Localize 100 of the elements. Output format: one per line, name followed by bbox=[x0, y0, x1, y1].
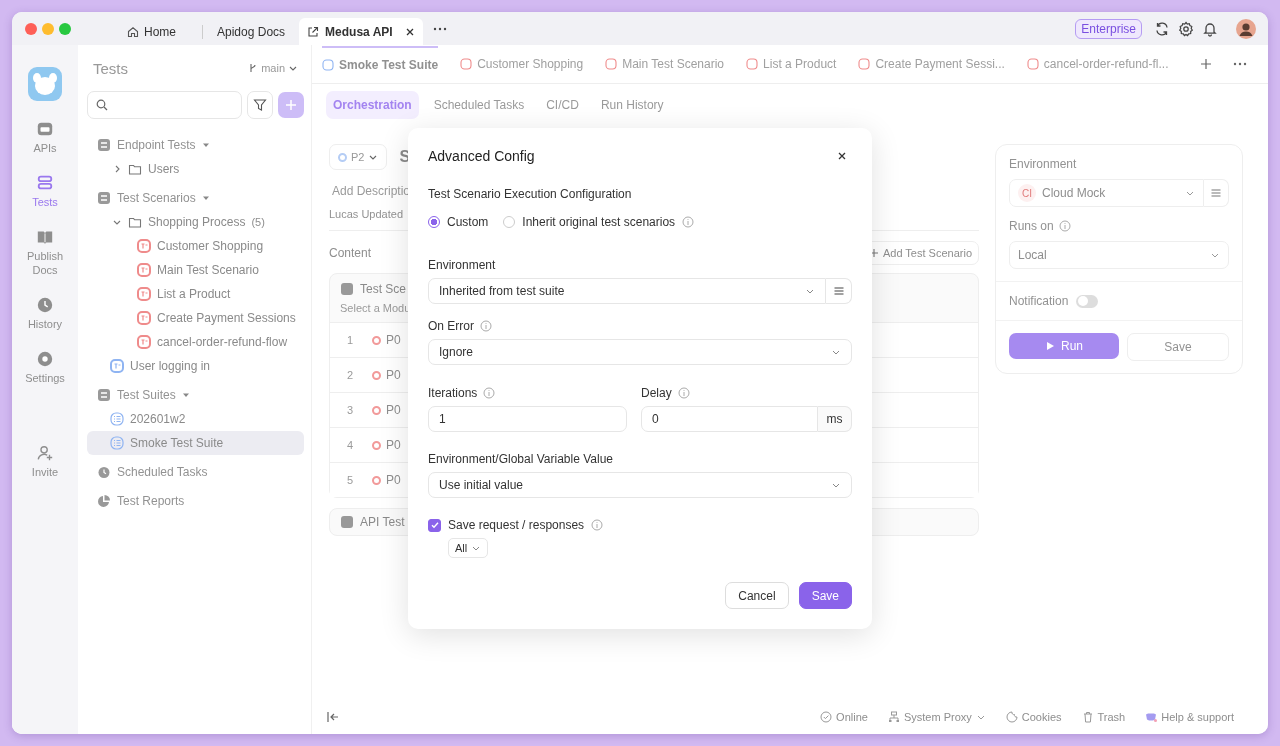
tree-item[interactable]: List a Product bbox=[87, 282, 304, 306]
nav-item[interactable]: Publish Docs bbox=[18, 228, 72, 277]
radio-button[interactable] bbox=[428, 216, 440, 228]
status-item[interactable]: Cookies bbox=[1005, 711, 1062, 723]
nav-item[interactable]: Tests bbox=[18, 174, 72, 209]
api-box-icon bbox=[36, 120, 54, 138]
tree-item[interactable]: Test Suites bbox=[87, 383, 304, 407]
app-tab[interactable]: Home bbox=[97, 18, 202, 45]
sub-tab[interactable]: CI/CD bbox=[539, 91, 586, 119]
editor-tab[interactable]: Customer Shopping bbox=[460, 45, 584, 83]
tree-item[interactable]: Smoke Test Suite bbox=[87, 431, 304, 455]
tree-item[interactable]: Users bbox=[87, 157, 304, 181]
nav-item[interactable]: History bbox=[18, 296, 72, 331]
zoom-window-button[interactable] bbox=[59, 22, 71, 35]
priority-select[interactable]: P2 bbox=[329, 144, 388, 170]
info-icon[interactable] bbox=[682, 216, 695, 228]
info-icon[interactable] bbox=[483, 387, 496, 399]
caret-icon[interactable] bbox=[201, 141, 210, 149]
sync-icon[interactable] bbox=[1154, 20, 1170, 37]
delay-field[interactable]: 0 bbox=[641, 406, 818, 432]
status-item[interactable]: System Proxy bbox=[887, 711, 986, 723]
close-icon[interactable] bbox=[404, 26, 415, 37]
bell-icon[interactable] bbox=[1202, 20, 1218, 37]
tree-item[interactable]: Main Test Scenario bbox=[87, 258, 304, 282]
run-button[interactable]: Run bbox=[1009, 333, 1119, 359]
tree-item[interactable]: Shopping Process (5) bbox=[87, 210, 304, 234]
environment-menu-button[interactable] bbox=[826, 278, 852, 304]
field-label: On Error bbox=[428, 319, 474, 333]
search-field[interactable] bbox=[87, 91, 242, 119]
branch-select[interactable]: main bbox=[248, 62, 298, 74]
settings-icon[interactable] bbox=[1178, 20, 1194, 37]
app-tab[interactable]: Medusa API bbox=[299, 18, 423, 45]
save-button[interactable]: Save bbox=[798, 582, 852, 609]
editor-tab[interactable]: cancel-order-refund-fl... bbox=[1026, 45, 1169, 83]
variable-value-select[interactable]: Use initial value bbox=[428, 472, 852, 498]
tree-item[interactable]: Test Scenarios bbox=[87, 186, 304, 210]
editor-tab[interactable]: Create Payment Sessi... bbox=[858, 45, 1005, 83]
info-icon[interactable] bbox=[1058, 220, 1071, 232]
chat-icon bbox=[1145, 711, 1158, 723]
notification-toggle[interactable] bbox=[1076, 294, 1099, 308]
row-number: 1 bbox=[347, 334, 355, 346]
iterations-field[interactable]: 1 bbox=[428, 406, 627, 432]
status-item[interactable]: Online bbox=[820, 711, 868, 723]
environment-menu-button[interactable] bbox=[1204, 179, 1229, 207]
checkbox[interactable] bbox=[428, 518, 441, 532]
close-icon[interactable] bbox=[837, 151, 847, 161]
environment-select[interactable]: Inherited from test suite bbox=[428, 278, 826, 304]
more-icon[interactable] bbox=[432, 26, 447, 31]
field-label: Runs on bbox=[1009, 219, 1054, 233]
plus-icon[interactable] bbox=[1198, 57, 1213, 71]
info-icon[interactable] bbox=[480, 320, 492, 332]
sub-tab[interactable]: Orchestration bbox=[326, 91, 419, 119]
save-button[interactable]: Save bbox=[1127, 333, 1229, 361]
tree-item[interactable]: Customer Shopping bbox=[87, 234, 304, 258]
avatar[interactable] bbox=[1236, 18, 1256, 39]
suite-icon bbox=[110, 436, 124, 450]
sub-tab[interactable]: Scheduled Tasks bbox=[426, 91, 532, 119]
more-icon[interactable] bbox=[1232, 62, 1247, 66]
close-window-button[interactable] bbox=[25, 22, 37, 35]
collapse-icon[interactable] bbox=[326, 710, 340, 724]
editor-tab[interactable]: List a Product bbox=[746, 45, 837, 83]
field-label: Environment bbox=[1009, 157, 1078, 171]
scenario-icon bbox=[746, 58, 759, 70]
scope-select[interactable]: All bbox=[448, 538, 489, 558]
on-error-select[interactable]: Ignore bbox=[428, 339, 852, 365]
tree-item[interactable]: cancel-order-refund-flow bbox=[87, 330, 304, 354]
environment-select[interactable]: CI Cloud Mock bbox=[1009, 179, 1204, 207]
tree-item[interactable]: Scheduled Tasks bbox=[87, 460, 304, 484]
section-label: Content bbox=[329, 246, 372, 260]
nav-item[interactable]: APIs bbox=[18, 120, 72, 155]
status-item[interactable]: Help & support bbox=[1145, 711, 1234, 723]
logo-icon[interactable] bbox=[28, 67, 62, 101]
info-icon[interactable] bbox=[591, 519, 604, 531]
nav-item[interactable]: Settings bbox=[18, 350, 72, 385]
row-number: 2 bbox=[347, 369, 355, 381]
cancel-button[interactable]: Cancel bbox=[725, 582, 789, 609]
plan-badge[interactable]: Enterprise bbox=[1075, 18, 1142, 39]
sub-tab[interactable]: Run History bbox=[593, 91, 671, 119]
caret-icon[interactable] bbox=[181, 391, 190, 399]
tree-item[interactable]: 202601w2 bbox=[87, 407, 304, 431]
dialog-title: Advanced Config bbox=[428, 148, 535, 164]
tree-item[interactable]: Create Payment Sessions bbox=[87, 306, 304, 330]
app-tab[interactable]: Apidog Docs bbox=[203, 18, 300, 45]
info-icon[interactable] bbox=[677, 387, 690, 399]
caret-icon[interactable] bbox=[201, 194, 210, 202]
status-item[interactable]: Trash bbox=[1081, 711, 1126, 723]
nav-item[interactable]: Invite bbox=[18, 444, 72, 479]
tree-item[interactable]: Test Reports bbox=[87, 489, 304, 513]
api-test-icon bbox=[340, 515, 354, 529]
suite-icon bbox=[110, 412, 124, 426]
scenario-icon bbox=[605, 58, 618, 70]
editor-tab[interactable]: Smoke Test Suite bbox=[322, 45, 439, 83]
filter-button[interactable] bbox=[247, 91, 273, 119]
tree-item[interactable]: Endpoint Tests bbox=[87, 133, 304, 157]
runs-on-select[interactable]: Local bbox=[1009, 241, 1229, 269]
editor-tab[interactable]: Main Test Scenario bbox=[605, 45, 725, 83]
scenario-icon bbox=[1026, 58, 1039, 70]
tree-item[interactable]: User logging in bbox=[87, 354, 304, 378]
folder-icon bbox=[128, 215, 142, 229]
layers-icon bbox=[36, 174, 54, 192]
